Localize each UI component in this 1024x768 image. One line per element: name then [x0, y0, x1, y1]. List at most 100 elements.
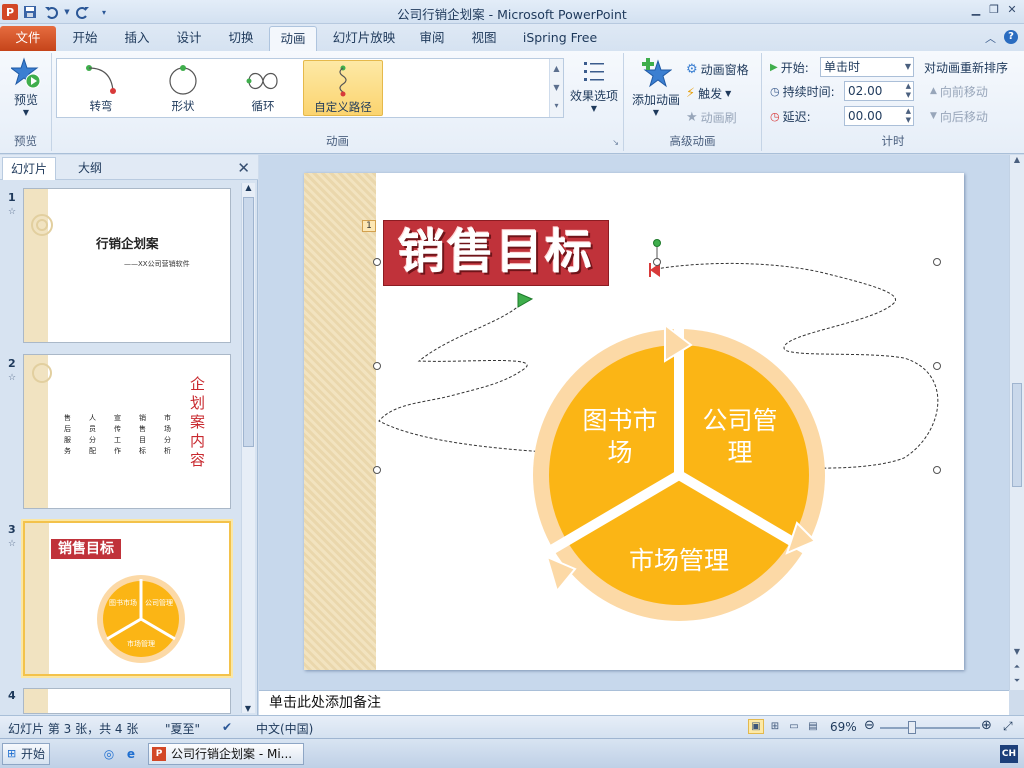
- cycle-segment-company-management[interactable]: 公司管理: [692, 405, 788, 469]
- tab-transitions[interactable]: 切换: [216, 26, 266, 51]
- zoom-slider-thumb[interactable]: [908, 721, 916, 734]
- tab-insert[interactable]: 插入: [112, 26, 162, 51]
- pane-scroll-down-icon[interactable]: ▼: [242, 704, 254, 713]
- tab-ispring[interactable]: iSpring Free: [514, 26, 606, 51]
- close-icon[interactable]: ✕: [1004, 2, 1020, 18]
- pane-scroll-up-icon[interactable]: ▲: [242, 183, 255, 192]
- powerpoint-logo-icon[interactable]: P: [2, 4, 18, 20]
- gallery-up-icon[interactable]: ▲: [550, 59, 563, 78]
- slideshow-view-icon[interactable]: ▤: [805, 719, 821, 734]
- add-animation-button[interactable]: 添加动画 ▼: [628, 57, 684, 117]
- zoom-out-icon[interactable]: ⊖: [864, 718, 875, 733]
- reading-view-icon[interactable]: ▭: [786, 719, 802, 734]
- tab-slideshow[interactable]: 幻灯片放映: [322, 26, 406, 51]
- redo-icon[interactable]: [74, 3, 92, 21]
- undo-dropdown-icon[interactable]: ▼: [63, 3, 71, 21]
- tab-animations[interactable]: 动画: [269, 26, 317, 51]
- language-status[interactable]: 中文(中国): [256, 720, 313, 737]
- add-animation-dropdown-icon[interactable]: ▼: [628, 108, 684, 117]
- internet-explorer-icon[interactable]: e: [122, 745, 140, 763]
- gallery-item-custom-path[interactable]: 自定义路径: [303, 60, 383, 116]
- slide-scroll-down-icon[interactable]: ▼: [1010, 647, 1024, 656]
- thumb-3-cycle-diagram: [97, 575, 185, 663]
- zoom-level[interactable]: 69%: [830, 720, 857, 734]
- previous-slide-icon[interactable]: ⏶: [1010, 662, 1024, 672]
- help-icon[interactable]: ?: [1004, 30, 1018, 44]
- spellcheck-icon[interactable]: ✔: [222, 720, 232, 734]
- show-desktop-icon[interactable]: ◎: [100, 745, 118, 763]
- cycle-segment-market-management[interactable]: 市场管理: [609, 545, 749, 577]
- cycle-diagram[interactable]: [529, 323, 829, 628]
- fit-to-window-icon[interactable]: ⤢: [1003, 719, 1013, 734]
- duration-input[interactable]: 02.00 ▲ ▼: [844, 81, 914, 101]
- minimize-ribbon-icon[interactable]: ︿: [985, 30, 996, 46]
- slide-sorter-view-icon[interactable]: ⊞: [767, 719, 783, 734]
- effect-options-dropdown-icon[interactable]: ▼: [566, 104, 622, 113]
- animation-pane-button[interactable]: ⚙ 动画窗格: [686, 59, 749, 79]
- gallery-down-icon[interactable]: ▼: [550, 78, 563, 97]
- slide-thumbnail-1[interactable]: 行销企划案 ——XX公司营销软件: [23, 188, 231, 343]
- zoom-in-icon[interactable]: ⊕: [981, 718, 992, 733]
- trigger-button[interactable]: ⚡ 触发 ▼: [686, 83, 731, 103]
- current-slide[interactable]: 1 销售目标 图书市场 公司管理 市场管理: [304, 173, 964, 670]
- path-handle-top-center[interactable]: [653, 258, 661, 266]
- zoom-slider[interactable]: [880, 727, 980, 729]
- undo-icon[interactable]: [42, 3, 60, 21]
- gallery-item-loop[interactable]: 循环: [223, 60, 303, 116]
- animation-painter-button[interactable]: ★ 动画刷: [686, 107, 737, 127]
- slide-number-2: 2: [8, 357, 16, 370]
- notes-pane[interactable]: 单击此处添加备注: [259, 690, 1009, 715]
- tab-home[interactable]: 开始: [60, 26, 110, 51]
- preview-button[interactable]: 预览 ▼: [4, 57, 48, 117]
- start-button[interactable]: ⊞ 开始: [2, 743, 50, 765]
- slide-scroll-up-icon[interactable]: ▲: [1010, 155, 1024, 164]
- effect-options-button[interactable]: 效果选项 ▼: [566, 59, 622, 113]
- minimize-icon[interactable]: ▁: [968, 2, 984, 18]
- slide-thumbnail-2[interactable]: 企划案内容 售后服务 人员分配 宣传工作 销售目标 市场分析: [23, 354, 231, 509]
- cycle-segment-book-market[interactable]: 图书市场: [572, 405, 668, 469]
- pane-scroll-thumb[interactable]: [243, 197, 254, 447]
- tab-review[interactable]: 审阅: [410, 26, 454, 51]
- normal-view-icon[interactable]: ▣: [748, 719, 764, 734]
- theme-name-status[interactable]: "夏至": [165, 720, 200, 737]
- preview-dropdown-icon[interactable]: ▼: [4, 108, 48, 117]
- animation-dialog-launcher-icon[interactable]: ↘: [612, 138, 619, 147]
- slide-vertical-scrollbar[interactable]: ▲ ▼ ⏶ ⏷: [1009, 155, 1024, 690]
- customize-qat-icon[interactable]: ▾: [95, 3, 113, 21]
- delay-spinner[interactable]: ▲ ▼: [906, 107, 911, 125]
- move-later-button[interactable]: ▼ 向后移动: [930, 106, 988, 126]
- taskbar-item-powerpoint[interactable]: P 公司行销企划案 - Mi...: [148, 743, 304, 765]
- save-icon[interactable]: [21, 3, 39, 21]
- path-handle-middle-right[interactable]: [933, 362, 941, 370]
- close-pane-icon[interactable]: ✕: [237, 159, 250, 177]
- slide-scroll-thumb[interactable]: [1012, 383, 1022, 487]
- gallery-scroll[interactable]: ▲ ▼ ▾: [549, 59, 563, 117]
- ribbon-tabs: 文件 开始 插入 设计 切换 动画 幻灯片放映 审阅 视图 iSpring Fr…: [0, 24, 1024, 51]
- next-slide-icon[interactable]: ⏷: [1010, 676, 1024, 686]
- path-handle-top-right[interactable]: [933, 258, 941, 266]
- gallery-more-icon[interactable]: ▾: [550, 97, 563, 115]
- start-combo[interactable]: 单击时 ▼: [820, 57, 914, 77]
- tab-view[interactable]: 视图: [460, 26, 508, 51]
- ime-indicator[interactable]: CH: [1000, 745, 1018, 763]
- tab-design[interactable]: 设计: [164, 26, 214, 51]
- gallery-item-shape[interactable]: 形状: [143, 60, 223, 116]
- slide-thumbnail-3[interactable]: 销售目标 图书市场 公司管理 市场管理: [23, 521, 231, 676]
- slide-thumbnail-4[interactable]: [23, 688, 231, 714]
- restore-icon[interactable]: ❐: [986, 2, 1002, 18]
- slides-pane-scrollbar[interactable]: ▲ ▼: [241, 183, 255, 713]
- start-combo-dropdown-icon[interactable]: ▼: [905, 58, 911, 76]
- tab-slides[interactable]: 幻灯片: [2, 157, 57, 180]
- gallery-item-turn[interactable]: 转弯: [61, 60, 141, 116]
- move-earlier-button[interactable]: ▲ 向前移动: [930, 81, 988, 101]
- taskbar-powerpoint-icon: P: [152, 747, 166, 761]
- path-handle-bottom-left[interactable]: [373, 466, 381, 474]
- duration-spinner[interactable]: ▲ ▼: [906, 82, 911, 100]
- tab-file[interactable]: 文件: [0, 26, 56, 51]
- tab-outline[interactable]: 大纲: [70, 157, 110, 180]
- path-handle-top-left[interactable]: [373, 258, 381, 266]
- delay-input[interactable]: 00.00 ▲ ▼: [844, 106, 914, 126]
- window-title: 公司行销企划案 - Microsoft PowerPoint: [397, 7, 627, 22]
- path-handle-middle-left[interactable]: [373, 362, 381, 370]
- path-handle-bottom-right[interactable]: [933, 466, 941, 474]
